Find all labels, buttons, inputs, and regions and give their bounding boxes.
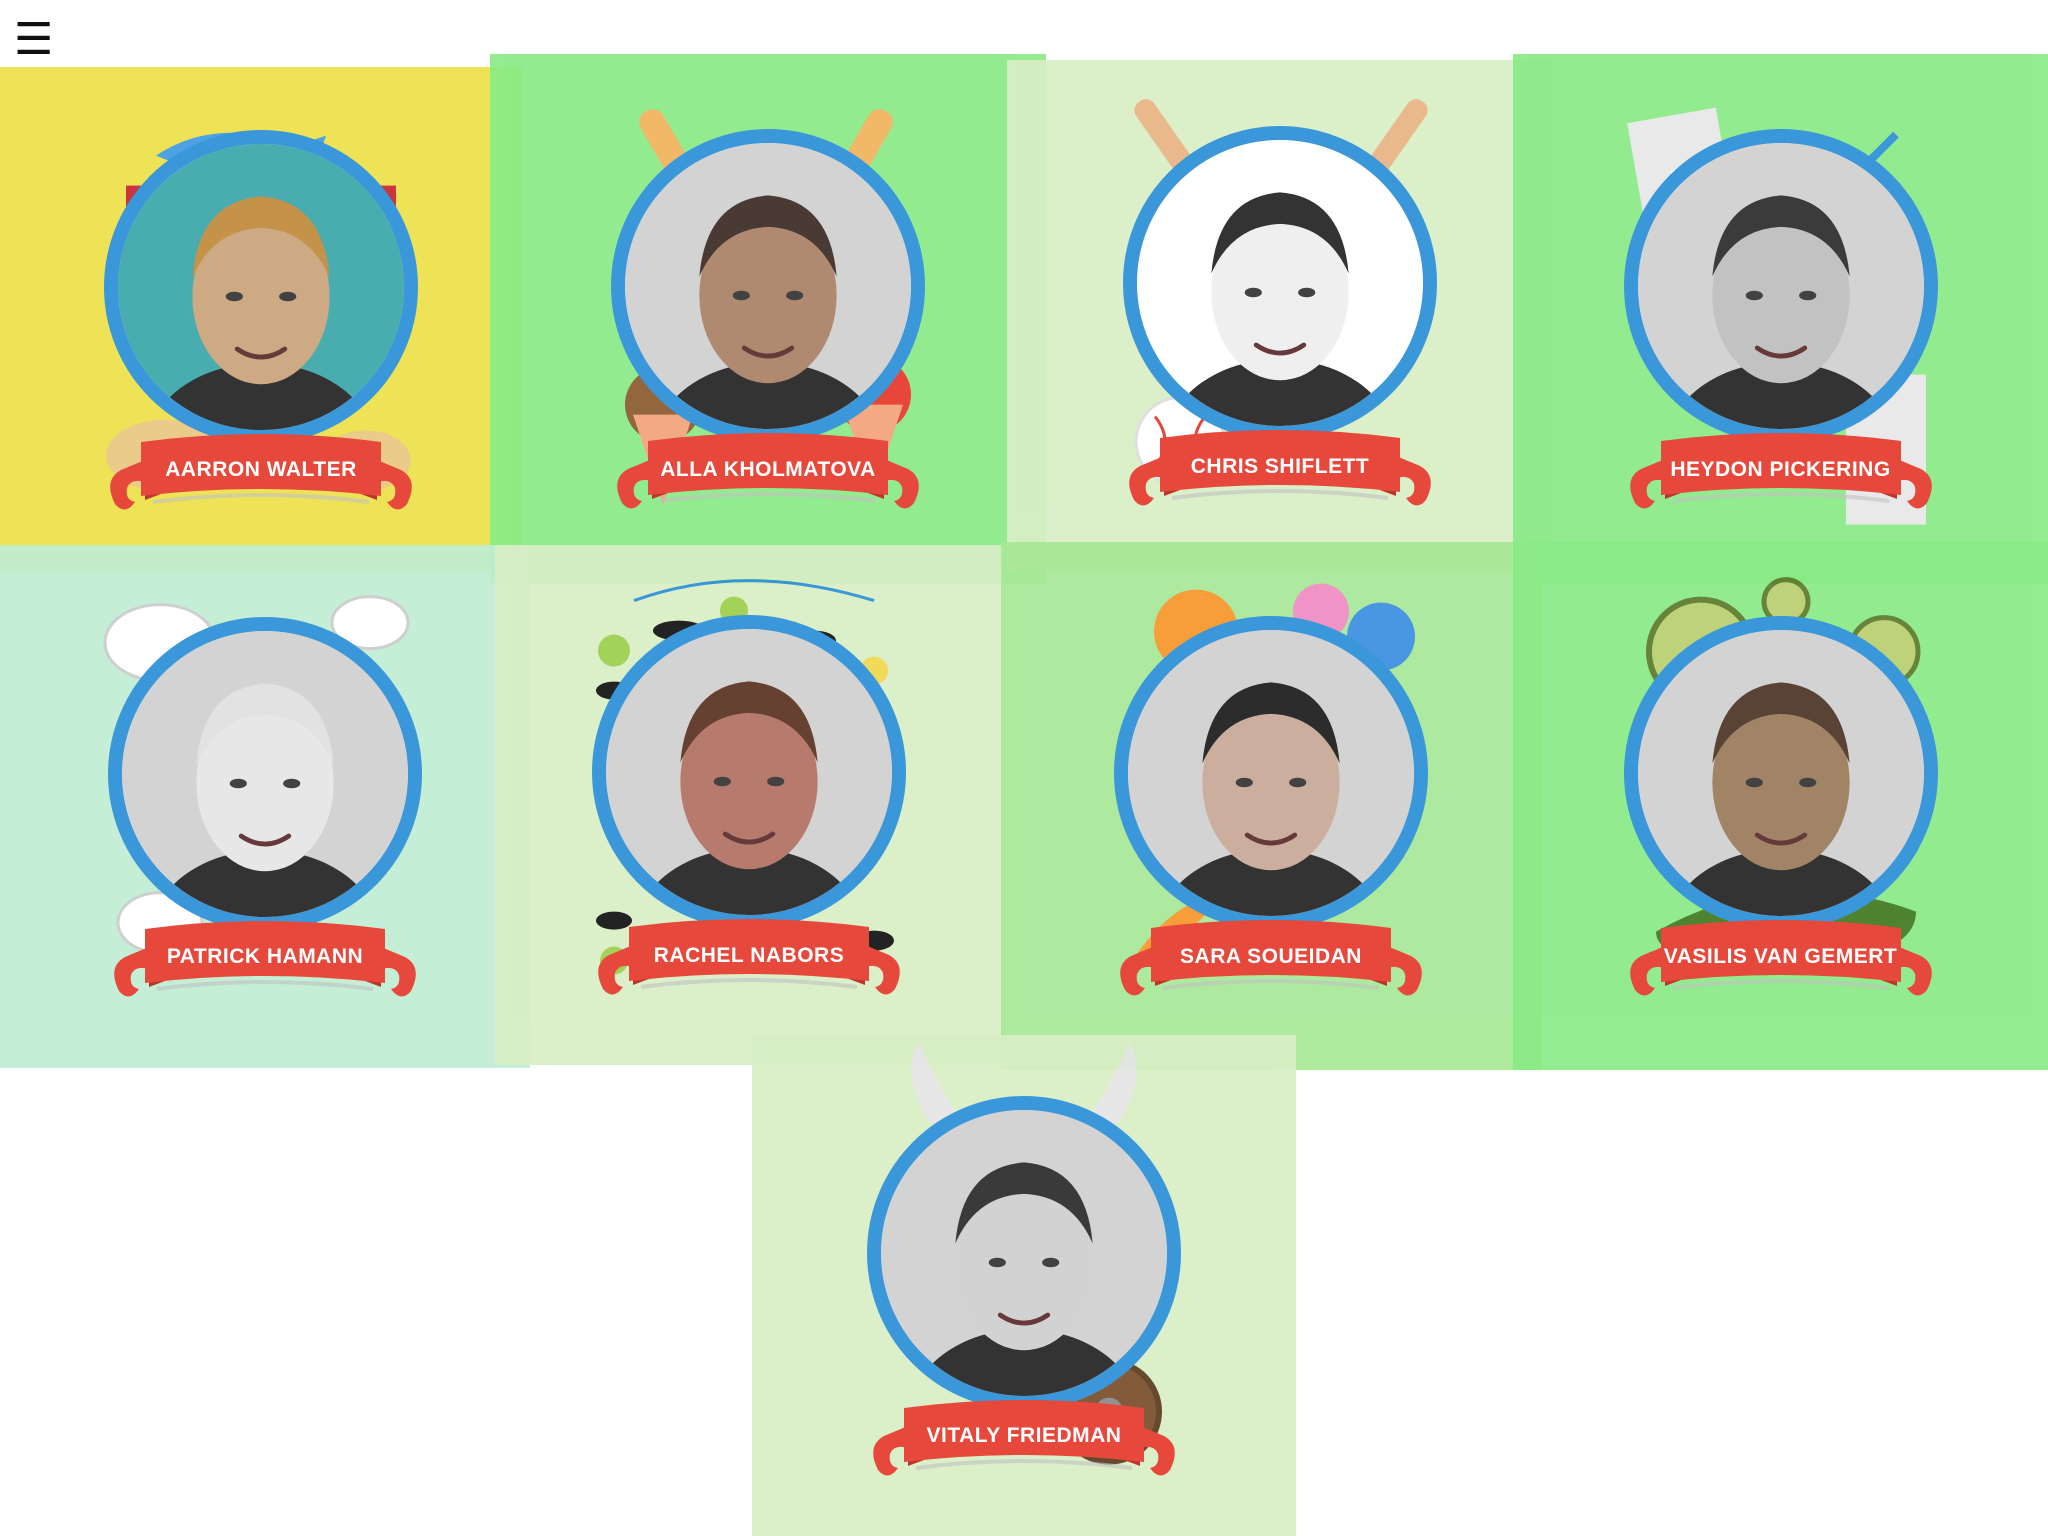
speaker-card-rachel-nabors[interactable]: Rachel Nabors xyxy=(495,545,1003,1065)
speaker-name: Vitaly Friedman xyxy=(926,1424,1122,1447)
speaker-card-heydon-pickering[interactable]: Heydon Pickering xyxy=(1513,54,2048,584)
speaker-photo xyxy=(867,1095,1181,1410)
speaker-name: Rachel Nabors xyxy=(653,943,845,967)
speaker-photo xyxy=(1623,129,1938,443)
speaker-card-vasilis-van-gemert[interactable]: Vasilis van Gemert xyxy=(1513,542,2048,1070)
speaker-card-alla-kholmatova[interactable]: Alla Kholmatova xyxy=(490,54,1046,584)
name-banner: Rachel Nabors xyxy=(589,915,909,1001)
name-banner: Alla Kholmatova xyxy=(608,429,928,515)
speaker-name: Aarron Walter xyxy=(165,458,357,481)
speaker-name: Alla Kholmatova xyxy=(660,457,876,481)
speaker-photo xyxy=(1123,126,1437,440)
speaker-card-chris-shiflett[interactable]: Chris Shiflett xyxy=(1007,60,1553,572)
name-banner: Vasilis van Gemert xyxy=(1621,916,1941,1002)
name-banner: Heydon Pickering xyxy=(1621,429,1941,515)
speaker-photo xyxy=(1114,616,1428,930)
name-banner: Aarron Walter xyxy=(101,430,421,516)
speaker-photo xyxy=(108,616,422,931)
name-banner: Patrick Hamann xyxy=(105,917,425,1003)
speaker-name: Patrick Hamann xyxy=(166,945,364,968)
name-banner: Vitaly Friedman xyxy=(864,1396,1184,1482)
menu-button[interactable]: ☰ xyxy=(14,18,53,62)
speaker-photo xyxy=(592,615,906,929)
speaker-card-vitaly-friedman[interactable]: Vitaly Friedman xyxy=(752,1035,1296,1536)
name-banner: Sara Soueidan xyxy=(1111,916,1431,1002)
speaker-name: Chris Shiflett xyxy=(1190,454,1370,478)
speaker-name: Heydon Pickering xyxy=(1670,457,1891,481)
speaker-photo xyxy=(611,129,925,443)
speaker-photo xyxy=(1623,616,1938,930)
speaker-photo xyxy=(104,129,418,444)
speaker-card-patrick-hamann[interactable]: Patrick Hamann xyxy=(0,545,530,1068)
speaker-card-aarron-walter[interactable]: Aarron Walter xyxy=(0,67,522,572)
speaker-card-sara-soueidan[interactable]: Sara Soueidan xyxy=(1001,542,1541,1070)
name-banner: Chris Shiflett xyxy=(1120,426,1440,512)
speaker-name: Sara Soueidan xyxy=(1180,944,1362,968)
speaker-name: Vasilis van Gemert xyxy=(1663,944,1898,968)
